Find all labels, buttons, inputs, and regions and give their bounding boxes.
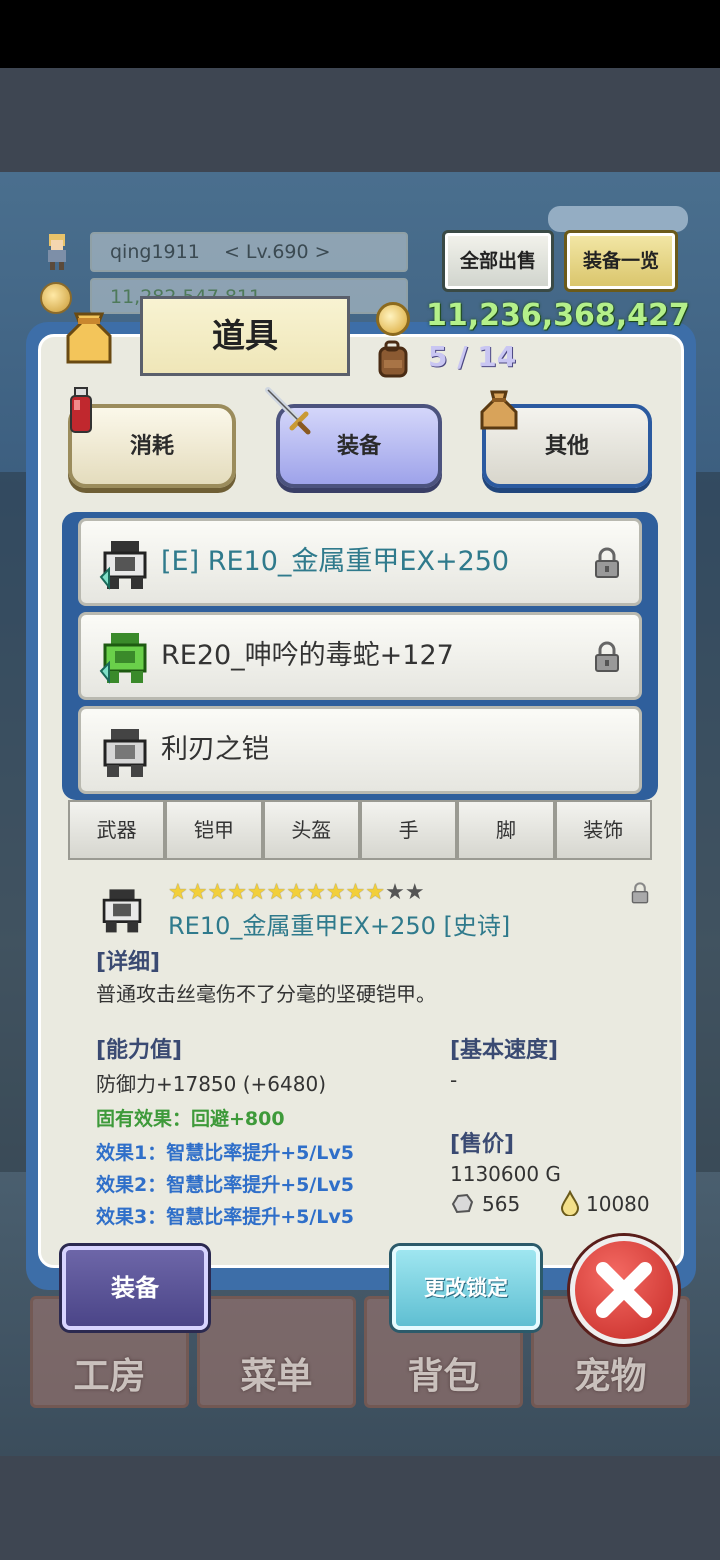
ability-section-label: [能力值]: [96, 1038, 183, 1063]
effect-1: 效果1：智慧比率提升+5/Lv5: [96, 1142, 355, 1164]
equipment-slot-tabs: 武器 铠甲 头盔 手 脚 装饰: [68, 800, 652, 860]
status-bar: [0, 0, 720, 68]
player-avatar-icon: [48, 234, 66, 270]
backpack-icon: [378, 340, 408, 378]
star-filled-icon: ★: [286, 880, 307, 905]
sword-icon: [265, 387, 311, 435]
sell-price: 1130600 G: [450, 1162, 561, 1186]
potion-icon: [70, 387, 92, 433]
pouch-icon: [480, 390, 518, 430]
gold-amount: 11,236,368,427: [426, 298, 690, 333]
speed-section-label: [基本速度]: [450, 1038, 559, 1063]
tab-weapon[interactable]: 武器: [68, 800, 166, 860]
effect-2: 效果2：智慧比率提升+5/Lv5: [96, 1174, 355, 1196]
speed-value: -: [450, 1068, 458, 1092]
close-button[interactable]: [570, 1236, 678, 1344]
item-row[interactable]: RE20_呻吟的毒蛇+127: [78, 612, 642, 700]
menu-label: 背包: [407, 1356, 480, 1397]
tab-foot[interactable]: 脚: [457, 800, 555, 860]
star-filled-icon: ★: [168, 880, 188, 905]
price-section-label: [售价]: [450, 1132, 515, 1157]
lock-icon: [631, 882, 649, 904]
item-name: 利刃之铠: [161, 734, 269, 765]
essence-amount: 10080: [586, 1192, 650, 1216]
capture-badge: [548, 206, 688, 232]
star-filled-icon: ★: [246, 880, 267, 905]
star-filled-icon: ★: [306, 880, 326, 905]
star-filled-icon: ★: [187, 880, 208, 905]
lock-icon[interactable]: [593, 547, 621, 579]
star-filled-icon: ★: [207, 880, 228, 905]
armor-icon: [102, 889, 142, 933]
item-name: [E] RE10_金属重甲EX+250: [161, 546, 510, 577]
star-filled-icon: ★: [365, 880, 386, 905]
armor-icon: [99, 541, 147, 590]
equip-button[interactable]: 装备: [62, 1246, 208, 1330]
detail-section-label: [详细]: [96, 950, 161, 975]
equipment-list-button[interactable]: 装备一览: [564, 230, 678, 292]
star-rating: ★★★★★★★★★★★★★: [168, 880, 425, 905]
player-level: < Lv.690 >: [223, 241, 331, 263]
item-description: 普通攻击丝毫伤不了分毫的坚硬铠甲。: [96, 982, 436, 1006]
letterbox-bottom: [0, 1456, 720, 1560]
essence-drop-icon: [560, 1190, 580, 1216]
tab-armor[interactable]: 铠甲: [165, 800, 263, 860]
game-screen: 工房 菜单 背包 宠物 qing1911 < Lv.690 > 11,282,5…: [0, 0, 720, 1560]
close-icon: [596, 1262, 652, 1318]
tab-label: 消耗: [129, 434, 174, 459]
menu-label: 宠物: [574, 1356, 647, 1397]
ore-icon: [451, 1193, 474, 1214]
star-empty-icon: ★: [404, 880, 425, 905]
gold-coin-icon: [376, 302, 410, 336]
sell-all-button[interactable]: 全部出售: [442, 230, 554, 292]
armor-icon: [99, 633, 147, 684]
tab-helmet[interactable]: 头盔: [262, 800, 360, 860]
item-row[interactable]: 利刃之铠: [78, 706, 642, 794]
tab-label: 其他: [544, 434, 589, 459]
item-detail-name: RE10_金属重甲EX+250 [史诗]: [168, 912, 511, 940]
ore-amount: 565: [482, 1192, 521, 1216]
menu-label: 工房: [73, 1356, 146, 1397]
player-name-box: qing1911 < Lv.690 >: [90, 232, 408, 272]
panel-title: 道具: [140, 296, 350, 376]
star-empty-icon: ★: [385, 880, 405, 905]
bag-icon: [66, 312, 112, 364]
menu-menu[interactable]: 菜单: [197, 1296, 356, 1408]
item-name: RE20_呻吟的毒蛇+127: [161, 640, 454, 671]
tab-hand[interactable]: 手: [359, 800, 458, 860]
player-name: qing1911: [110, 241, 200, 263]
inventory-slot-count: 5 / 14: [428, 340, 517, 373]
defense-stat: 防御力+17850 (+6480): [96, 1072, 326, 1096]
lock-icon[interactable]: [593, 641, 621, 673]
item-row[interactable]: [E] RE10_金属重甲EX+250: [78, 518, 642, 606]
change-lock-button[interactable]: 更改锁定: [392, 1246, 540, 1330]
star-filled-icon: ★: [227, 880, 247, 905]
star-filled-icon: ★: [325, 880, 346, 905]
tab-accessory[interactable]: 装饰: [554, 800, 652, 860]
star-filled-icon: ★: [345, 880, 366, 905]
intrinsic-effect: 固有效果：回避+800: [96, 1108, 285, 1130]
menu-label: 菜单: [240, 1356, 313, 1397]
star-filled-icon: ★: [266, 880, 287, 905]
letterbox-top: [0, 68, 720, 172]
tab-label: 装备: [336, 434, 381, 459]
armor-icon: [103, 729, 147, 777]
effect-3: 效果3：智慧比率提升+5/Lv5: [96, 1206, 355, 1228]
